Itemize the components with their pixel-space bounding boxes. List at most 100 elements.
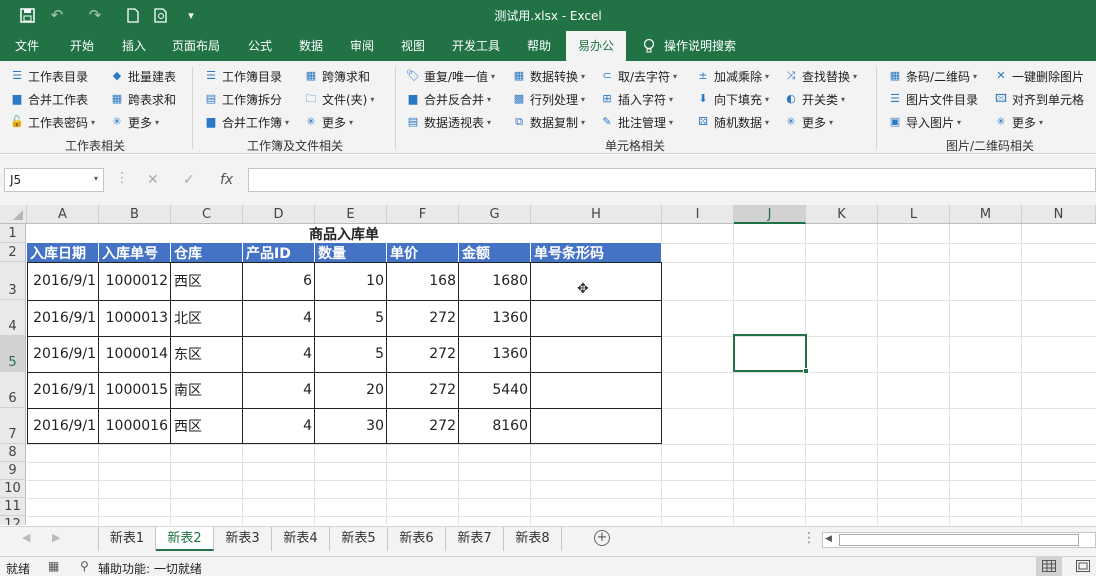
macro-record-icon[interactable]: ▦ [48,559,59,573]
duplicate-unique-button[interactable]: 🏷 重复/唯一值 ▾ [406,66,495,86]
sheet-tab[interactable]: 新表3 [214,527,272,551]
tab-insert[interactable]: 插入 [110,31,158,61]
column-header-N[interactable]: N [1022,205,1096,224]
comment-manage-button[interactable]: ✎ 批注管理 ▾ [600,112,673,132]
row-header-2[interactable]: 2 [0,243,26,262]
sheet-tab[interactable]: 新表8 [504,527,562,551]
table-cell[interactable] [531,336,662,372]
table-cell[interactable]: 1000015 [99,372,171,408]
image-file-index-button[interactable]: ☰ 图片文件目录 [888,89,978,109]
table-cell[interactable]: 272 [387,336,459,372]
header-cell[interactable]: 仓库 [171,243,243,262]
file-folder-button[interactable]: 🗀 文件(夹) ▾ [304,89,375,109]
header-cell[interactable]: 产品ID [243,243,315,262]
table-cell[interactable]: 2016/9/1 [27,300,99,336]
row-header-11[interactable]: 11 [0,498,26,516]
column-header-B[interactable]: B [99,205,171,224]
table-cell[interactable] [531,262,662,300]
sheet-password-button[interactable]: 🔓 工作表密码 ▾ [10,112,95,132]
import-images-button[interactable]: ▣ 导入图片 ▾ [888,112,961,132]
tab-developer[interactable]: 开发工具 [442,31,510,61]
workbook-index-button[interactable]: ☰ 工作簿目录 [204,66,282,86]
column-header-G[interactable]: G [459,205,531,224]
row-header-5[interactable]: 5 [0,336,26,372]
insert-chars-button[interactable]: ⊞ 插入字符 ▾ [600,89,673,109]
fx-icon[interactable]: fx [220,172,233,188]
extract-chars-button[interactable]: ⊂ 取/去字符 ▾ [600,66,677,86]
batch-create-sheet-button[interactable]: ◆ 批量建表 [110,66,176,86]
table-cell[interactable]: 1000014 [99,336,171,372]
accessibility-status[interactable]: 辅助功能: 一切就绪 [98,560,202,577]
table-cell[interactable]: 2016/9/1 [27,372,99,408]
tab-yibangong[interactable]: 易办公 [566,31,626,61]
page-layout-view-icon[interactable] [1070,557,1096,576]
table-cell[interactable]: 272 [387,408,459,444]
sheet-tab[interactable]: 新表1 [98,527,156,551]
row-header-4[interactable]: 4 [0,300,26,336]
row-header-8[interactable]: 8 [0,444,26,462]
table-cell[interactable]: 1000012 [99,262,171,300]
sheet-tab[interactable]: 新表7 [446,527,504,551]
table-cell[interactable]: 272 [387,300,459,336]
merge-sheets-button[interactable]: ▆ 合并工作表 [10,89,88,109]
barcode-qrcode-button[interactable]: ▦ 条码/二维码 ▾ [888,66,977,86]
table-cell[interactable] [531,372,662,408]
table-title[interactable]: 商品入库单 [27,224,661,243]
table-cell[interactable]: 5440 [459,372,531,408]
column-header-F[interactable]: F [387,205,459,224]
cross-sheet-sum-button[interactable]: ▦ 跨表求和 [110,89,176,109]
table-cell[interactable]: 1360 [459,300,531,336]
row-header-3[interactable]: 3 [0,262,26,300]
cancel-icon[interactable]: ✕ [147,172,159,188]
data-convert-button[interactable]: ▦ 数据转换 ▾ [512,66,585,86]
merge-workbooks-button[interactable]: ▆ 合并工作簿 ▾ [204,112,289,132]
table-cell[interactable]: 1000016 [99,408,171,444]
tab-page-layout[interactable]: 页面布局 [163,31,229,61]
header-cell[interactable]: 单号条形码 [531,243,662,262]
row-header-6[interactable]: 6 [0,372,26,408]
scroll-left-icon[interactable]: ◀ [825,534,832,544]
table-cell[interactable]: 2016/9/1 [27,262,99,300]
table-cell[interactable]: 168 [387,262,459,300]
table-cell[interactable]: 西区 [171,408,243,444]
table-cell[interactable]: 30 [315,408,387,444]
row-col-process-button[interactable]: ▩ 行列处理 ▾ [512,89,585,109]
align-to-cell-button[interactable]: 🖾 对齐到单元格 [994,89,1084,109]
table-cell[interactable]: 西区 [171,262,243,300]
fill-handle[interactable] [803,368,809,374]
column-header-K[interactable]: K [806,205,878,224]
cross-workbook-sum-button[interactable]: ▦ 跨簿求和 [304,66,370,86]
tab-help[interactable]: 帮助 [515,31,563,61]
merge-unmerge-button[interactable]: ▆ 合并反合并 ▾ [406,89,491,109]
table-cell[interactable]: 10 [315,262,387,300]
row-header-9[interactable]: 9 [0,462,26,480]
table-cell[interactable]: 5 [315,336,387,372]
table-cell[interactable]: 4 [243,408,315,444]
column-header-D[interactable]: D [243,205,315,224]
table-cell[interactable] [531,408,662,444]
tab-formulas[interactable]: 公式 [236,31,284,61]
table-cell[interactable]: 1360 [459,336,531,372]
sheet-tab[interactable]: 新表5 [330,527,388,551]
table-cell[interactable]: 5 [315,300,387,336]
header-cell[interactable]: 入库日期 [27,243,99,262]
tab-view[interactable]: 视图 [389,31,437,61]
normal-view-icon[interactable] [1036,557,1062,576]
table-cell[interactable]: 4 [243,336,315,372]
table-cell[interactable]: 20 [315,372,387,408]
header-cell[interactable]: 单价 [387,243,459,262]
horizontal-scrollbar[interactable]: ◀ [822,532,1096,548]
header-cell[interactable]: 数量 [315,243,387,262]
data-copy-button[interactable]: ⧉ 数据复制 ▾ [512,112,585,132]
tab-data[interactable]: 数据 [287,31,335,61]
column-header-L[interactable]: L [878,205,950,224]
sheet-index-button[interactable]: ☰ 工作表目录 [10,66,88,86]
pivot-table-button[interactable]: ▤ 数据透视表 ▾ [406,112,491,132]
add-sheet-icon[interactable]: + [594,530,610,546]
sheet-tab[interactable]: 新表4 [272,527,330,551]
column-header-J[interactable]: J [734,205,806,224]
table-cell[interactable]: 6 [243,262,315,300]
enter-icon[interactable]: ✓ [183,172,195,188]
fill-down-button[interactable]: ⬇ 向下填充 ▾ [696,89,769,109]
table-cell[interactable]: 2016/9/1 [27,336,99,372]
